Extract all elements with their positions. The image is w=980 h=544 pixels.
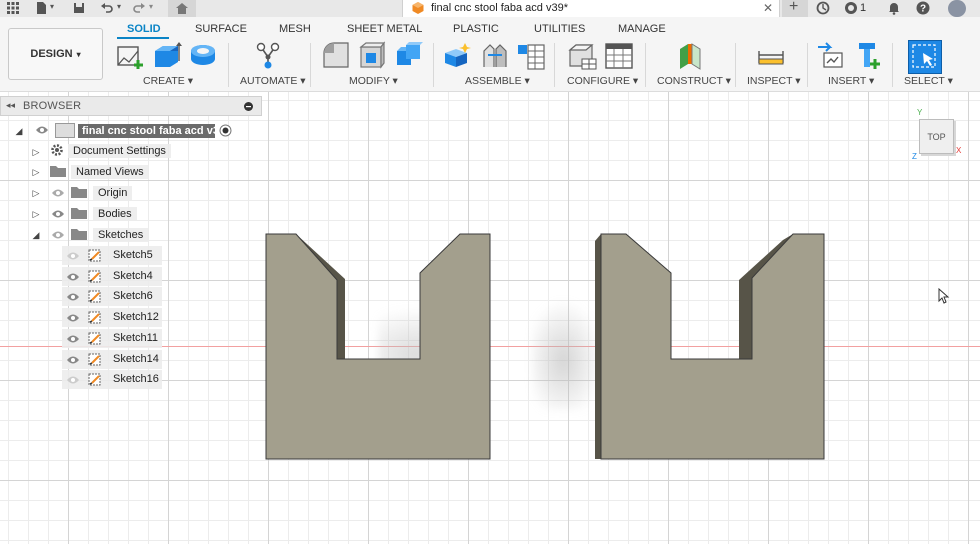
sketch-icon — [88, 311, 101, 324]
folder-icon — [71, 229, 87, 240]
sketch-icon — [88, 290, 101, 303]
sketch-label: Sketch6 — [113, 290, 153, 303]
browser-panel: ◂◂ BROWSER — [0, 96, 262, 116]
browser-item-named-views[interactable]: Named Views — [71, 163, 149, 180]
axis-z-label: Z — [912, 152, 917, 161]
sketch-label: Sketch4 — [113, 269, 153, 282]
visibility-eye-icon[interactable] — [66, 251, 80, 261]
visibility-eye-icon[interactable] — [66, 355, 80, 365]
view-cube[interactable]: TOP — [919, 119, 954, 154]
collapse-panel-icon[interactable]: ◂◂ — [6, 100, 15, 111]
sketch-row[interactable]: Sketch16 — [62, 370, 162, 390]
expand-icon[interactable]: ▷ — [31, 209, 41, 219]
sketch-row[interactable]: Sketch5 — [62, 246, 162, 265]
sketch-label: Sketch16 — [113, 373, 159, 386]
browser-item-sketches[interactable]: Sketches — [93, 226, 149, 243]
axis-x-label: X — [956, 146, 962, 155]
activate-radio-icon[interactable] — [219, 124, 232, 137]
expand-icon[interactable]: ▷ — [31, 147, 41, 157]
sketch-label: Sketch12 — [113, 311, 159, 324]
sketch-icon — [88, 249, 101, 262]
visibility-eye-icon[interactable] — [66, 375, 80, 385]
sketch-row[interactable]: Sketch12 — [62, 308, 162, 328]
folder-icon — [50, 166, 66, 177]
expand-icon[interactable]: ▷ — [31, 167, 41, 177]
mouse-cursor-icon — [938, 288, 950, 304]
root-component-label[interactable]: final cnc stool faba acd v39 — [78, 124, 225, 138]
expand-icon[interactable]: ▷ — [31, 188, 41, 198]
visibility-eye-icon[interactable] — [66, 292, 80, 302]
view-cube-face: TOP — [927, 131, 946, 142]
visibility-eye-icon[interactable] — [66, 313, 80, 323]
sketch-icon — [88, 270, 101, 283]
visibility-eye-icon[interactable] — [35, 125, 49, 135]
visibility-eye-icon[interactable] — [51, 230, 65, 240]
gear-icon — [51, 144, 63, 156]
collapse-icon[interactable]: ◢ — [31, 230, 41, 240]
sketch-label: Sketch14 — [113, 352, 159, 365]
sketch-icon — [88, 332, 101, 345]
axis-y-label: Y — [917, 108, 923, 117]
folder-icon — [71, 187, 87, 198]
sketch-label: Sketch5 — [113, 249, 153, 261]
collapse-root-icon[interactable]: ◢ — [14, 126, 24, 136]
sketch-row[interactable]: Sketch6 — [62, 287, 162, 307]
component-root-icon — [55, 123, 75, 138]
visibility-eye-icon[interactable] — [66, 334, 80, 344]
visibility-eye-icon[interactable] — [66, 272, 80, 282]
sketch-icon — [88, 353, 101, 365]
folder-icon — [71, 208, 87, 219]
browser-item-document-settings[interactable]: Document Settings — [68, 142, 171, 159]
visibility-eye-icon[interactable] — [51, 209, 65, 219]
body-right[interactable] — [595, 233, 825, 460]
sketch-row[interactable]: Sketch4 — [62, 266, 162, 286]
sketch-row[interactable]: Sketch14 — [62, 349, 162, 369]
browser-item-origin[interactable]: Origin — [93, 184, 133, 201]
visibility-eye-icon[interactable] — [51, 188, 65, 198]
sketch-row[interactable]: Sketch11 — [62, 328, 162, 348]
minimize-panel-icon[interactable] — [244, 102, 253, 111]
browser-item-bodies[interactable]: Bodies — [93, 205, 137, 222]
sketch-icon — [88, 373, 101, 386]
browser-title: BROWSER — [23, 100, 82, 112]
sketch-label: Sketch11 — [113, 331, 159, 344]
body-left[interactable] — [265, 233, 491, 460]
